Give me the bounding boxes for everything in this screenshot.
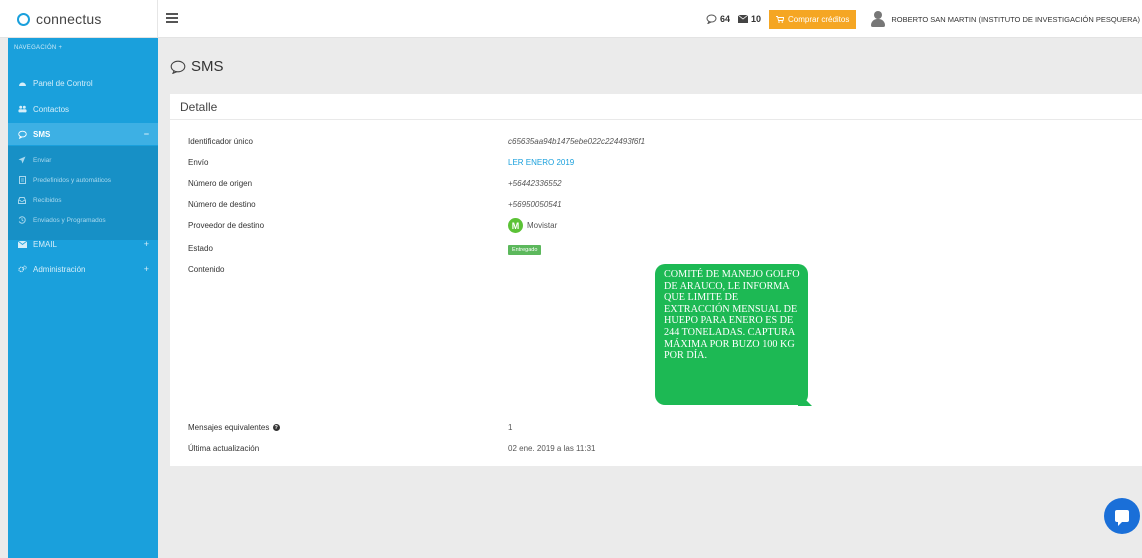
messages-count: 64 [719,14,730,24]
mail-icon [18,240,27,249]
field-label: Número de origen [188,179,253,188]
users-icon [18,105,27,114]
submenu-item-label: Enviar [33,156,52,164]
submenu-item-label: Predefinidos y automáticos [33,176,112,184]
page-title-text: SMS [191,58,224,75]
messages-counter[interactable]: 64 [706,14,730,24]
sidebar-item-contactos[interactable]: Contactos [8,98,158,120]
sidebar-item-label: EMAIL [33,239,58,249]
equivalent-messages-value: 1 [508,423,513,432]
document-icon [18,176,26,184]
sidebar-item-administracion[interactable]: Administración + [8,258,158,280]
submenu-item-enviados[interactable]: Enviados y Programados [8,210,158,230]
last-update-value: 02 ene. 2019 a las 11:31 [508,444,596,453]
history-icon [18,216,26,224]
chat-bubble-icon [1115,510,1129,526]
status-badge: Entregado [508,245,542,255]
provider-name: Movistar [527,221,558,230]
submenu-item-label: Recibidos [33,196,62,204]
cart-icon [775,15,784,23]
buy-credits-label: Comprar créditos [787,14,850,24]
submenu-item-label: Enviados y Programados [33,216,106,224]
detail-panel: Detalle Identificador único c65635aa94b1… [170,94,1142,466]
sidebar-item-label: Contactos [33,104,70,114]
top-bar: connectus 64 10 Comprar créditos ROBERTO… [0,0,1142,38]
field-label: Número de destino [188,200,256,209]
sms-message-bubble: COMITÉ DE MANEJO GOLFO DE ARAUCO, LE INF… [655,264,808,405]
sidebar: NAVEGACIÓN + Panel de Control Contactos … [8,38,158,558]
brand-logo[interactable]: connectus [0,0,158,38]
cogs-icon [18,265,27,274]
chat-widget-button[interactable] [1104,498,1140,534]
field-label: Envío [188,158,209,167]
sidebar-item-label: Administración [33,264,86,274]
mail-counter[interactable]: 10 [737,14,761,24]
field-label: Mensajes equivalentes ? [188,423,280,432]
expand-toggle[interactable]: + [144,264,149,274]
mail-count: 10 [750,14,761,24]
sidebar-item-panel-de-control[interactable]: Panel de Control [8,72,158,94]
campaign-link[interactable]: LER ENERO 2019 [508,158,574,167]
expand-toggle[interactable]: + [144,239,149,249]
chat-icon [18,130,27,139]
status-value: Entregado [508,244,542,255]
field-label: Estado [188,244,213,253]
sms-submenu: Enviar Predefinidos y automáticos Recibi… [8,146,158,240]
nav-header: NAVEGACIÓN + [14,45,63,51]
info-icon[interactable]: ? [272,424,280,432]
field-label-text: Mensajes equivalentes [188,423,270,432]
submenu-item-predefinidos[interactable]: Predefinidos y automáticos [8,170,158,190]
mail-icon [737,15,748,23]
user-menu[interactable]: ROBERTO SAN MARTIN (INSTITUTO DE INVESTI… [870,11,1140,27]
avatar [870,11,886,27]
inbox-icon [18,196,26,204]
send-icon [18,156,26,164]
chat-icon [170,60,186,74]
bubble-tail [798,392,812,406]
brand-name: connectus [36,11,102,27]
buy-credits-button[interactable]: Comprar créditos [768,9,857,29]
field-label: Última actualización [188,444,260,453]
field-label: Proveedor de destino [188,221,265,230]
panel-title: Detalle [170,94,1142,120]
submenu-item-enviar[interactable]: Enviar [8,150,158,170]
unique-id-value: c65635aa94b1475ebe022c224493f6f1 [508,137,646,146]
menu-toggle-icon[interactable] [166,12,178,24]
sidebar-item-sms[interactable]: SMS − [8,123,158,145]
destination-number-value: +56950050541 [508,200,562,209]
sidebar-item-label: Panel de Control [33,78,93,88]
provider-value: M Movistar [508,218,557,233]
movistar-logo-icon: M [508,218,523,233]
origin-number-value: +56442336552 [508,179,562,188]
logo-ring-icon [17,12,30,26]
sidebar-item-email[interactable]: EMAIL + [8,233,158,255]
collapse-toggle[interactable]: − [144,129,149,139]
page-title: SMS [170,58,224,75]
sidebar-item-label: SMS [33,129,51,139]
field-label: Contenido [188,265,225,274]
submenu-item-recibidos[interactable]: Recibidos [8,190,158,210]
field-label: Identificador único [188,137,253,146]
user-name: ROBERTO SAN MARTIN (INSTITUTO DE INVESTI… [891,14,1140,24]
dashboard-icon [18,79,27,88]
chat-icon [706,14,717,24]
